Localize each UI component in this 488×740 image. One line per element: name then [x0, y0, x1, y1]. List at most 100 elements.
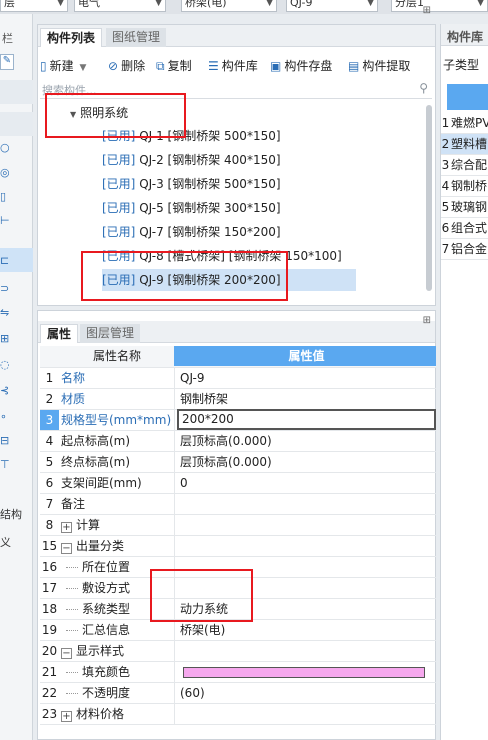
property-row[interactable]: 6 支架间距(mm) 0: [40, 473, 436, 494]
property-row[interactable]: 19 汇总信息 桥架(电): [40, 620, 436, 641]
library-button[interactable]: ☰ 构件库: [208, 56, 258, 76]
expand-icon[interactable]: +: [61, 522, 72, 533]
cable-tray-icon[interactable]: ⊏: [0, 254, 10, 268]
search-icon[interactable]: ⚲: [419, 81, 428, 95]
library-row[interactable]: 1 难燃PV: [441, 113, 488, 134]
pin-icon[interactable]: ⊞: [423, 315, 431, 326]
library-row[interactable]: 2 塑料槽: [441, 134, 488, 155]
library-row[interactable]: 3 综合配: [441, 155, 488, 176]
component-type-dropdown[interactable]: 桥架(电) ▼: [181, 0, 277, 12]
property-value-header: 属性值: [174, 346, 436, 366]
nav-item-structure[interactable]: 结构: [0, 506, 22, 522]
tab-component-list[interactable]: 构件列表: [40, 28, 103, 47]
nav-icon[interactable]: ▯: [0, 190, 10, 204]
property-row[interactable]: 5 终点标高(m) 层顶标高(0.000): [40, 452, 436, 473]
expand-icon[interactable]: +: [61, 711, 72, 722]
tree-item[interactable]: [已用] QJ-3 [钢制桥架 500*150]: [102, 173, 281, 195]
library-row[interactable]: 5 玻璃钢: [441, 197, 488, 218]
property-row[interactable]: 7 备注: [40, 494, 436, 515]
tree-connector: [66, 588, 78, 589]
nav-icon[interactable]: ∘: [0, 410, 10, 424]
property-value[interactable]: [177, 536, 180, 556]
property-value[interactable]: [177, 515, 180, 535]
property-row[interactable]: 20− 显示样式: [40, 641, 436, 662]
property-row[interactable]: 8 + 计算: [40, 515, 436, 536]
property-value[interactable]: 200*200: [177, 409, 436, 430]
property-row[interactable]: 22 不透明度 (60): [40, 683, 436, 704]
copy-button[interactable]: ⧉ 复制: [156, 56, 192, 76]
fill-color-swatch[interactable]: [183, 667, 425, 678]
nav-icon[interactable]: ⊟: [0, 434, 10, 448]
tree-item[interactable]: [已用] QJ-7 [钢制桥架 150*200]: [102, 221, 281, 243]
property-value[interactable]: [177, 494, 180, 514]
row-number: 7: [45, 497, 54, 511]
tree-item[interactable]: [已用] QJ-2 [钢制桥架 400*150]: [102, 149, 281, 171]
column-divider: [174, 620, 175, 640]
component-dropdown[interactable]: QJ-9 ▼: [286, 0, 378, 12]
property-row[interactable]: 1 名称 QJ-9: [40, 368, 436, 389]
nav-icon[interactable]: ⊰: [0, 384, 10, 398]
property-value[interactable]: QJ-9: [177, 368, 205, 388]
property-value[interactable]: 0: [177, 473, 188, 493]
row-number: 15: [41, 539, 58, 553]
property-row[interactable]: 23 + 材料价格: [40, 704, 436, 725]
property-row[interactable]: 21 填充颜色: [40, 662, 436, 683]
tab-component-library[interactable]: 构件库: [447, 28, 483, 45]
property-value[interactable]: 桥架(电): [177, 620, 225, 640]
component-library-panel: 构件库 子类型 1 难燃PV 2 塑料槽 3 综合配 4 钢制桥 5 玻璃钢 6 组合式 7 铝合金: [440, 24, 488, 740]
collapse-icon[interactable]: −: [61, 543, 72, 554]
column-divider: [174, 473, 175, 493]
property-value[interactable]: [177, 641, 180, 661]
edit-icon[interactable]: ✎: [0, 54, 14, 70]
top-toolbar: 层 ▼ 电气 ▼ 桥架(电) ▼ QJ-9 ▼ 分层1 ▼: [0, 0, 488, 14]
library-row[interactable]: 7 铝合金: [441, 239, 488, 260]
nav-icon[interactable]: ⊞: [0, 332, 10, 346]
tab-properties[interactable]: 属性: [40, 324, 79, 343]
scrollbar[interactable]: [426, 105, 432, 291]
tree-item[interactable]: [已用] QJ-5 [钢制桥架 300*150]: [102, 197, 281, 219]
property-row[interactable]: 2 材质 钢制桥架: [40, 389, 436, 410]
nav-icon[interactable]: ⊤: [0, 458, 10, 472]
left-nav-strip: 栏 ✎ ○ ◎ ▯ ⊢ ⊏ ⊃ ⇋ ⊞ ◌ ⊰ ∘ ⊟ ⊤ 结构 义: [0, 14, 33, 740]
nav-icon[interactable]: ◌: [0, 358, 10, 372]
discipline-dropdown[interactable]: 电气 ▼: [74, 0, 166, 12]
property-name-label: 支架间距(mm): [61, 476, 142, 490]
pin-icon[interactable]: ⊞: [423, 5, 431, 16]
tab-layer-management[interactable]: 图层管理: [80, 324, 141, 343]
new-file-icon: ▯: [40, 59, 47, 73]
row-number: 7: [441, 242, 450, 256]
save-component-button[interactable]: ▣ 构件存盘: [270, 56, 332, 76]
property-value[interactable]: 钢制桥架: [177, 389, 228, 409]
tab-drawing-management[interactable]: 图纸管理: [106, 28, 167, 47]
extract-component-button[interactable]: ▤ 构件提取: [348, 56, 410, 76]
property-name-label: 材质: [61, 392, 86, 406]
column-divider: [174, 704, 175, 724]
property-value[interactable]: (60): [177, 683, 205, 703]
nav-icon[interactable]: ○: [0, 141, 10, 155]
nav-icon[interactable]: ⇋: [0, 306, 10, 320]
nav-icon[interactable]: ◎: [0, 166, 10, 180]
column-divider: [174, 368, 175, 388]
property-value[interactable]: [177, 662, 180, 682]
property-value[interactable]: 层顶标高(0.000): [177, 431, 272, 451]
floor-dropdown[interactable]: 层 ▼: [0, 0, 68, 12]
property-value[interactable]: 层顶标高(0.000): [177, 452, 272, 472]
layer-dropdown[interactable]: 分层1 ▼: [391, 0, 488, 12]
collapse-icon[interactable]: −: [61, 648, 72, 659]
highlight-box: [81, 251, 288, 301]
property-row[interactable]: 4 起点标高(m) 层顶标高(0.000): [40, 431, 436, 452]
nav-icon[interactable]: ⊃: [0, 282, 10, 296]
property-value[interactable]: [177, 704, 180, 724]
component-dropdown-value: QJ-9: [290, 0, 313, 9]
row-number: 17: [41, 581, 58, 595]
nav-icon[interactable]: ⊢: [0, 214, 10, 228]
library-row[interactable]: 6 组合式: [441, 218, 488, 239]
nav-item-definition[interactable]: 义: [0, 534, 11, 550]
library-row[interactable]: 4 钢制桥: [441, 176, 488, 197]
property-name: 填充颜色: [66, 662, 130, 682]
new-button[interactable]: ▯ 新建 ▼: [40, 56, 86, 76]
property-row[interactable]: 15− 出量分类: [40, 536, 436, 557]
property-row[interactable]: 3 规格型号(mm*mm) 200*200: [40, 409, 436, 431]
delete-button[interactable]: ⊘ 删除: [108, 56, 145, 76]
tree-connector: [66, 630, 78, 631]
